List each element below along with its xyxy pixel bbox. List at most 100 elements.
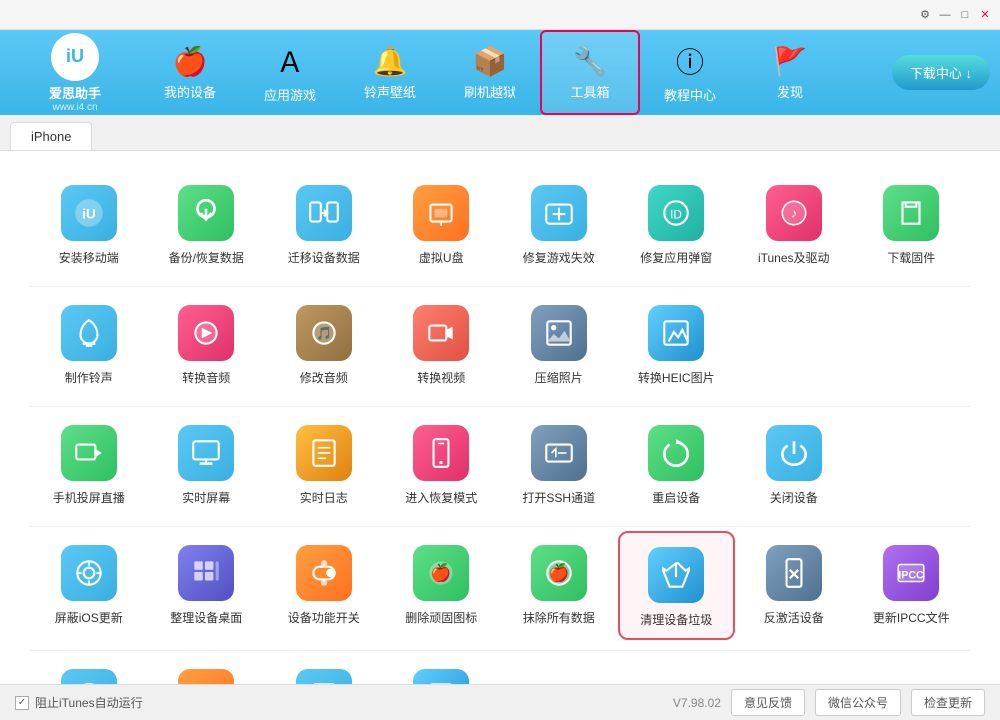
tool-item-ipcc[interactable]: IPCC 更新IPCC文件	[853, 531, 971, 640]
tool-icon-migrate	[296, 185, 352, 241]
tool-icon-shutdown	[766, 425, 822, 481]
nav-item-my-device[interactable]: 🍎 我的设备	[140, 30, 240, 115]
tool-item-log[interactable]: 实时日志	[265, 411, 383, 516]
tool-item-install-app[interactable]: iU 安装移动端	[30, 171, 148, 276]
tool-item-heic[interactable]: 转换HEIC图片	[618, 291, 736, 396]
nav-item-ringtone[interactable]: 🔔 铃声壁纸	[340, 30, 440, 115]
tool-icon-compress-photo	[531, 305, 587, 361]
tool-label-block-update: 屏蔽iOS更新	[55, 609, 123, 626]
tool-item-screen[interactable]: 实时屏幕	[148, 411, 266, 516]
tool-row-1: 制作铃声 转换音频 🎵 修改音频 转换视频 压缩	[30, 291, 970, 396]
tool-label-convert-audio: 转换音频	[182, 369, 230, 386]
tool-icon-fake-location	[61, 669, 117, 684]
tool-item-convert-audio[interactable]: 转换音频	[148, 291, 266, 396]
tool-item-func-switch[interactable]: 设备功能开关	[265, 531, 383, 640]
tool-item-skip-setup[interactable]: 跳过设置向导	[265, 655, 383, 684]
tool-item-backup[interactable]: 备份/恢复数据	[148, 171, 266, 276]
tool-item-migrate[interactable]: 迁移设备数据	[265, 171, 383, 276]
feedback-btn[interactable]: 意见反馈	[731, 689, 805, 716]
tool-item-del-icon[interactable]: 🍎 删除顽固图标	[383, 531, 501, 640]
tool-label-fix-popup: 修复应用弹窗	[640, 249, 712, 266]
tool-icon-install-app: iU	[61, 185, 117, 241]
tool-label-wipe: 抹除所有数据	[523, 609, 595, 626]
tool-item-modify-audio[interactable]: 🎵 修改音频	[265, 291, 383, 396]
tool-icon-make-ringtone	[61, 305, 117, 361]
wechat-btn[interactable]: 微信公众号	[815, 689, 901, 716]
nav-icon-my-device: 🍎	[173, 45, 208, 78]
nav-icon-toolbox: 🔧	[573, 45, 608, 78]
tool-item-firmware[interactable]: 下载固件	[853, 171, 971, 276]
minimize-icon[interactable]: —	[938, 8, 952, 22]
settings-icon[interactable]: ⚙	[918, 8, 932, 22]
tool-icon-recovery	[413, 425, 469, 481]
svg-text:iU: iU	[82, 205, 96, 221]
tool-label-del-icon: 删除顽固图标	[405, 609, 477, 626]
tool-icon-itunes: ♪	[766, 185, 822, 241]
row-separator-2	[30, 526, 970, 527]
tool-label-heic: 转换HEIC图片	[638, 369, 715, 386]
tool-item-empty7	[853, 655, 971, 684]
svg-text:♪: ♪	[791, 205, 797, 220]
tool-row-0: iU 安装移动端 备份/恢复数据 迁移设备数据 虚拟U盘	[30, 171, 970, 276]
tool-item-empty3	[853, 411, 971, 516]
maximize-icon[interactable]: □	[958, 8, 972, 22]
svg-text:ID: ID	[670, 208, 682, 221]
tool-label-install-app: 安装移动端	[59, 249, 119, 266]
tool-icon-screen	[178, 425, 234, 481]
nav-label-discover: 发现	[777, 82, 803, 101]
tool-item-shutdown[interactable]: 关闭设备	[735, 411, 853, 516]
tool-item-ssh[interactable]: 打开SSH通道	[500, 411, 618, 516]
update-btn[interactable]: 检查更新	[911, 689, 985, 716]
tool-label-compress-photo: 压缩照片	[535, 369, 583, 386]
tool-item-block-update[interactable]: 屏蔽iOS更新	[30, 531, 148, 640]
nav-label-toolbox: 工具箱	[570, 82, 609, 101]
tool-item-clean-junk[interactable]: 清理设备垃圾	[618, 531, 736, 640]
tool-item-fake-location[interactable]: 虚拟定位	[30, 655, 148, 684]
download-btn[interactable]: 下载中心 ↓	[892, 55, 990, 90]
tool-item-deactivate[interactable]: 反激活设备	[735, 531, 853, 640]
logo-area: iU 爱思助手 www.i4.cn	[10, 33, 140, 113]
tool-item-virtual-udisk[interactable]: 虚拟U盘	[383, 171, 501, 276]
itunes-label: 阻止iTunes自动运行	[35, 694, 143, 711]
tool-item-convert-video[interactable]: 转换视频	[383, 291, 501, 396]
nav-item-tutorial[interactable]: ⓘ 教程中心	[640, 30, 740, 115]
itunes-checkbox[interactable]: ✓	[15, 696, 29, 710]
tool-label-make-ringtone: 制作铃声	[65, 369, 113, 386]
nav-item-jailbreak[interactable]: 📦 刷机越狱	[440, 30, 540, 115]
svg-text:🎵: 🎵	[316, 325, 332, 340]
app-name: 爱思助手	[49, 83, 101, 102]
tab-bar: iPhone	[0, 115, 1000, 151]
tool-item-cast[interactable]: 手机投屏直播	[30, 411, 148, 516]
tool-item-reboot[interactable]: 重启设备	[618, 411, 736, 516]
tool-label-ssh: 打开SSH通道	[522, 489, 595, 506]
tool-item-recovery[interactable]: 进入恢复模式	[383, 411, 501, 516]
main-content: iU 安装移动端 备份/恢复数据 迁移设备数据 虚拟U盘	[0, 151, 1000, 684]
tool-icon-backup	[178, 185, 234, 241]
tool-label-firmware: 下载固件	[887, 249, 935, 266]
nav-item-discover[interactable]: 🚩 发现	[740, 30, 840, 115]
tool-item-fix-game[interactable]: 修复游戏失效	[500, 171, 618, 276]
nav-item-toolbox[interactable]: 🔧 工具箱	[540, 30, 640, 115]
row-separator-3	[30, 650, 970, 651]
tool-item-make-ringtone[interactable]: 制作铃声	[30, 291, 148, 396]
tool-item-fix-popup[interactable]: ID 修复应用弹窗	[618, 171, 736, 276]
tool-icon-clean-junk	[648, 547, 704, 603]
tool-item-empty1	[735, 291, 853, 396]
status-right: V7.98.02 意见反馈 微信公众号 检查更新	[673, 689, 985, 716]
tool-icon-del-icon: 🍎	[413, 545, 469, 601]
nav-icon-app-game: Ａ	[276, 41, 304, 81]
close-icon[interactable]: ✕	[978, 8, 992, 22]
tool-label-migrate: 迁移设备数据	[288, 249, 360, 266]
tool-item-organize-desktop[interactable]: 整理设备桌面	[148, 531, 266, 640]
nav-icon-ringtone: 🔔	[373, 45, 408, 78]
tool-item-itunes[interactable]: ♪ iTunes及驱动	[735, 171, 853, 276]
tab-iphone[interactable]: iPhone	[10, 122, 92, 150]
tool-item-wipe[interactable]: 🍎 抹除所有数据	[500, 531, 618, 640]
tool-label-virtual-udisk: 虚拟U盘	[419, 249, 464, 266]
tool-item-break-limit[interactable]: 破解时间限额	[148, 655, 266, 684]
nav-icon-jailbreak: 📦	[473, 45, 508, 78]
tool-label-func-switch: 设备功能开关	[288, 609, 360, 626]
nav-item-app-game[interactable]: Ａ 应用游戏	[240, 30, 340, 115]
tool-item-compress-photo[interactable]: 压缩照片	[500, 291, 618, 396]
tool-item-backup-guide[interactable]: 备份引导区数据	[383, 655, 501, 684]
